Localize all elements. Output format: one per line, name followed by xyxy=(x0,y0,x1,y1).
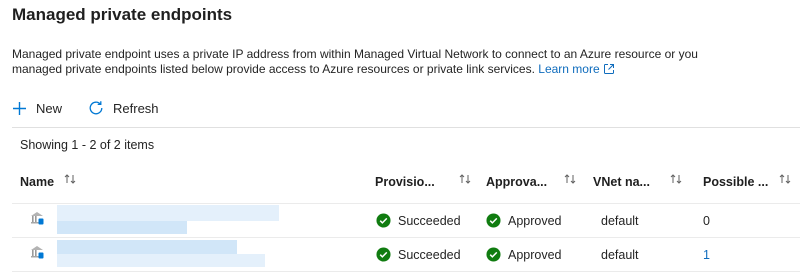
private-endpoint-icon xyxy=(31,212,44,225)
sort-icon[interactable] xyxy=(458,172,472,186)
approval-status: Approved xyxy=(486,213,562,228)
header-divider xyxy=(12,203,800,204)
column-header-name[interactable]: Name xyxy=(20,175,54,189)
checkmark-circle-icon xyxy=(486,213,501,228)
sort-icon[interactable] xyxy=(63,172,77,186)
sort-icon[interactable] xyxy=(669,172,683,186)
refresh-icon xyxy=(89,101,103,115)
external-link-icon xyxy=(603,64,614,74)
new-button[interactable]: New xyxy=(12,101,62,116)
page-description: Managed private endpoint uses a private … xyxy=(12,47,800,77)
page-title: Managed private endpoints xyxy=(12,5,233,24)
sort-icon[interactable] xyxy=(778,172,792,186)
sort-icon[interactable] xyxy=(563,172,577,186)
possible-value: 0 xyxy=(703,214,710,228)
new-button-label: New xyxy=(36,100,63,116)
possible-value-link[interactable]: 1 xyxy=(703,248,710,262)
learn-more-label: Learn more xyxy=(538,62,600,76)
provisioning-text: Succeeded xyxy=(398,213,461,228)
redacted-name xyxy=(57,205,279,221)
checkmark-circle-icon xyxy=(376,213,391,228)
refresh-button[interactable]: Refresh xyxy=(88,100,159,116)
redacted-name xyxy=(57,221,187,234)
approval-status: Approved xyxy=(486,247,562,262)
row-divider xyxy=(12,271,800,272)
item-count: Showing 1 - 2 of 2 items xyxy=(20,138,155,152)
provisioning-status: Succeeded xyxy=(376,213,461,228)
vnet-name: default xyxy=(601,214,639,228)
refresh-button-label: Refresh xyxy=(113,100,159,116)
checkmark-circle-icon xyxy=(486,247,501,262)
column-header-vnet-name[interactable]: VNet na... xyxy=(593,175,650,189)
column-header-provisioning[interactable]: Provisio... xyxy=(375,175,435,189)
provisioning-status: Succeeded xyxy=(376,247,461,262)
description-line-1: Managed private endpoint uses a private … xyxy=(12,47,698,61)
provisioning-text: Succeeded xyxy=(398,247,461,262)
column-header-approval[interactable]: Approva... xyxy=(486,175,547,189)
plus-icon xyxy=(13,101,26,115)
vnet-name: default xyxy=(601,248,639,262)
learn-more-link[interactable]: Learn more xyxy=(538,62,614,76)
private-endpoint-icon xyxy=(31,246,44,259)
redacted-name xyxy=(57,254,265,267)
managed-private-endpoints-page: Managed private endpoints Managed privat… xyxy=(0,0,800,276)
row-divider xyxy=(12,237,800,238)
checkmark-circle-icon xyxy=(376,247,391,262)
description-line-2-text: managed private endpoints listed below p… xyxy=(12,62,535,76)
column-header-possible[interactable]: Possible ... xyxy=(703,175,768,189)
approval-text: Approved xyxy=(508,247,562,262)
redacted-name xyxy=(57,240,237,254)
command-bar: New Refresh xyxy=(12,97,159,119)
approval-text: Approved xyxy=(508,213,562,228)
description-line-2: managed private endpoints listed below p… xyxy=(12,62,800,77)
toolbar-divider xyxy=(12,127,800,128)
